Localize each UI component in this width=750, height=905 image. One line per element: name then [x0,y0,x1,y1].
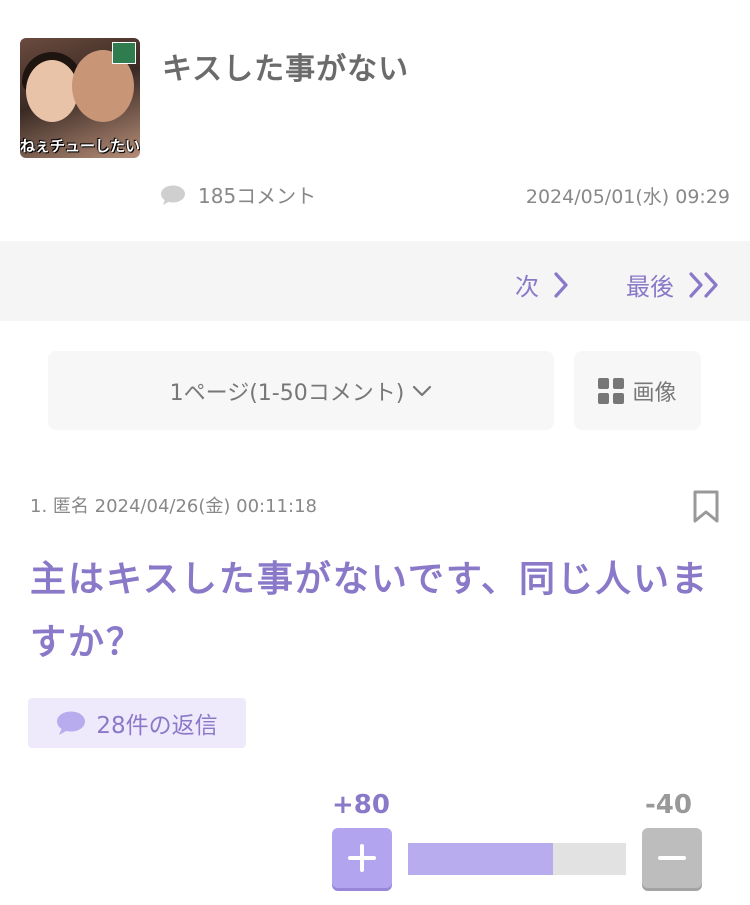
page-select-label: 1ページ(1-50コメント) [169,380,405,406]
minus-vote-count: -40 [645,790,692,820]
page-select-dropdown[interactable]: 1ページ(1-50コメント) [48,351,554,430]
thumbnail-caption: ねぇチューしたい [20,137,140,155]
plus-vote-count: +80 [332,790,390,820]
vote-ratio-fill [408,843,554,875]
thread-thumbnail[interactable]: ねぇチューしたい [20,38,140,158]
reply-count-button[interactable]: 28件の返信 [28,698,246,748]
comment-count-label: 185コメント [198,184,317,208]
chevron-down-icon [413,385,432,396]
reply-count-label: 28件の返信 [96,713,218,739]
thread-title: キスした事がない [162,52,410,87]
comment-count: 185コメント [160,180,316,209]
double-chevron-right-icon [689,271,718,298]
thumbnail-tag [112,42,136,64]
last-page-link[interactable]: 最後 [626,267,722,302]
thumbnail-face-left [26,60,78,122]
speech-bubble-icon [57,711,86,735]
minus-vote-button[interactable] [642,828,702,888]
grid-icon [598,377,625,404]
next-page-label: 次 [515,273,539,301]
plus-vote-button[interactable] [332,828,392,888]
image-view-label: 画像 [632,380,677,406]
image-view-button[interactable]: 画像 [574,351,701,430]
next-page-link[interactable]: 次 [515,267,569,302]
comment-body: 主はキスした事がないです、同じ人いますか？ [30,559,709,663]
vote-ratio-bar [408,843,626,875]
last-page-label: 最後 [626,273,674,301]
bookmark-icon[interactable] [693,490,719,524]
chevron-right-icon [554,271,568,298]
speech-bubble-icon [161,185,185,205]
posted-date: 2024/05/01(水) 09:29 [525,186,730,208]
comment-meta: 1. 匿名 2024/04/26(金) 00:11:18 [30,496,317,517]
